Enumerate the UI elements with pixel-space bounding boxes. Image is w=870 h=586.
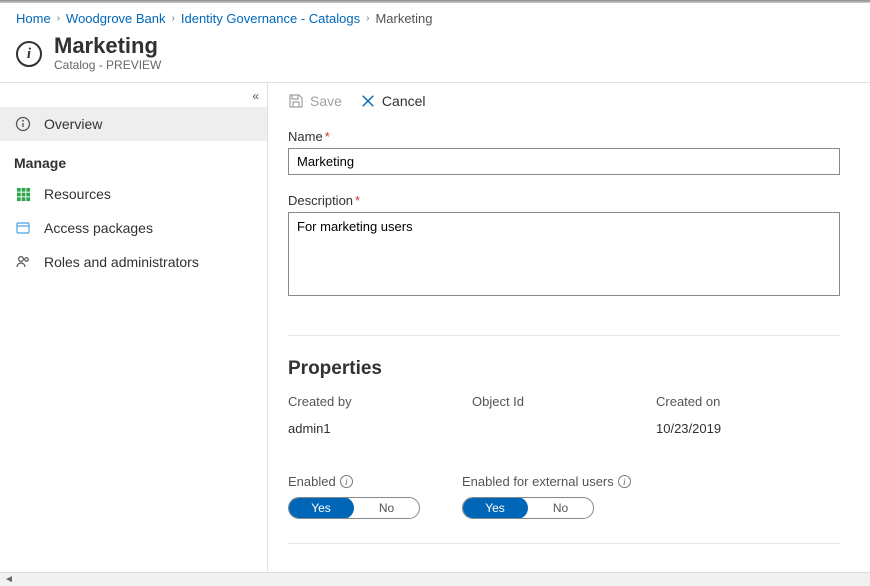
created-by-value: admin1 xyxy=(288,421,472,436)
description-label: Description* xyxy=(288,193,850,208)
horizontal-scrollbar[interactable]: ◄ xyxy=(0,572,870,586)
sidebar-item-label: Resources xyxy=(44,186,111,202)
info-icon[interactable]: i xyxy=(618,475,631,488)
sidebar-item-label: Access packages xyxy=(44,220,153,236)
created-on-value: 10/23/2019 xyxy=(656,421,840,436)
toggle-yes: Yes xyxy=(462,497,528,519)
scroll-left-arrow-icon[interactable]: ◄ xyxy=(4,574,14,585)
breadcrumb-home[interactable]: Home xyxy=(16,11,51,26)
toggle-no: No xyxy=(354,501,419,515)
enabled-external-toggle[interactable]: Yes No xyxy=(462,497,594,519)
breadcrumb: Home › Woodgrove Bank › Identity Governa… xyxy=(0,3,870,32)
sidebar-item-resources[interactable]: Resources xyxy=(0,177,267,211)
section-divider xyxy=(288,543,840,544)
sidebar-item-roles[interactable]: Roles and administrators xyxy=(0,245,267,279)
cancel-label: Cancel xyxy=(382,93,426,109)
info-icon: i xyxy=(16,41,42,67)
description-input[interactable] xyxy=(288,212,840,296)
name-label: Name* xyxy=(288,129,850,144)
page-title: Marketing xyxy=(54,34,161,58)
sidebar-section-manage: Manage xyxy=(0,141,267,177)
package-icon xyxy=(14,219,32,237)
cancel-button[interactable]: Cancel xyxy=(360,93,426,109)
breadcrumb-org[interactable]: Woodgrove Bank xyxy=(66,11,166,26)
toggle-yes: Yes xyxy=(288,497,354,519)
chevron-right-icon: › xyxy=(57,13,60,24)
enabled-label: Enabled i xyxy=(288,474,420,489)
save-label: Save xyxy=(310,93,342,109)
properties-heading: Properties xyxy=(288,358,850,380)
people-icon xyxy=(14,253,32,271)
created-by-label: Created by xyxy=(288,394,472,409)
object-id-label: Object Id xyxy=(472,394,656,409)
main-panel: Save Cancel Name* Description* Propertie… xyxy=(268,83,870,575)
sidebar: « Overview Manage Resources Access packa… xyxy=(0,83,268,575)
sidebar-item-access-packages[interactable]: Access packages xyxy=(0,211,267,245)
enabled-external-label: Enabled for external users i xyxy=(462,474,631,489)
page-header: i Marketing Catalog - PREVIEW xyxy=(0,32,870,82)
enabled-toggle[interactable]: Yes No xyxy=(288,497,420,519)
save-button[interactable]: Save xyxy=(288,93,342,109)
chevron-right-icon: › xyxy=(366,13,369,24)
page-subtitle: Catalog - PREVIEW xyxy=(54,58,161,72)
name-input[interactable] xyxy=(288,148,840,175)
grid-icon xyxy=(14,185,32,203)
section-divider xyxy=(288,335,840,336)
sidebar-item-overview[interactable]: Overview xyxy=(0,107,267,141)
info-icon[interactable]: i xyxy=(340,475,353,488)
toolbar: Save Cancel xyxy=(268,83,870,119)
collapse-sidebar-button[interactable]: « xyxy=(252,89,259,103)
close-icon xyxy=(360,93,376,109)
sidebar-item-label: Roles and administrators xyxy=(44,254,199,270)
breadcrumb-area[interactable]: Identity Governance - Catalogs xyxy=(181,11,360,26)
sidebar-item-label: Overview xyxy=(44,116,102,132)
chevron-right-icon: › xyxy=(172,13,175,24)
save-icon xyxy=(288,93,304,109)
info-icon xyxy=(14,115,32,133)
created-on-label: Created on xyxy=(656,394,840,409)
breadcrumb-current: Marketing xyxy=(375,11,432,26)
toggle-no: No xyxy=(528,501,593,515)
